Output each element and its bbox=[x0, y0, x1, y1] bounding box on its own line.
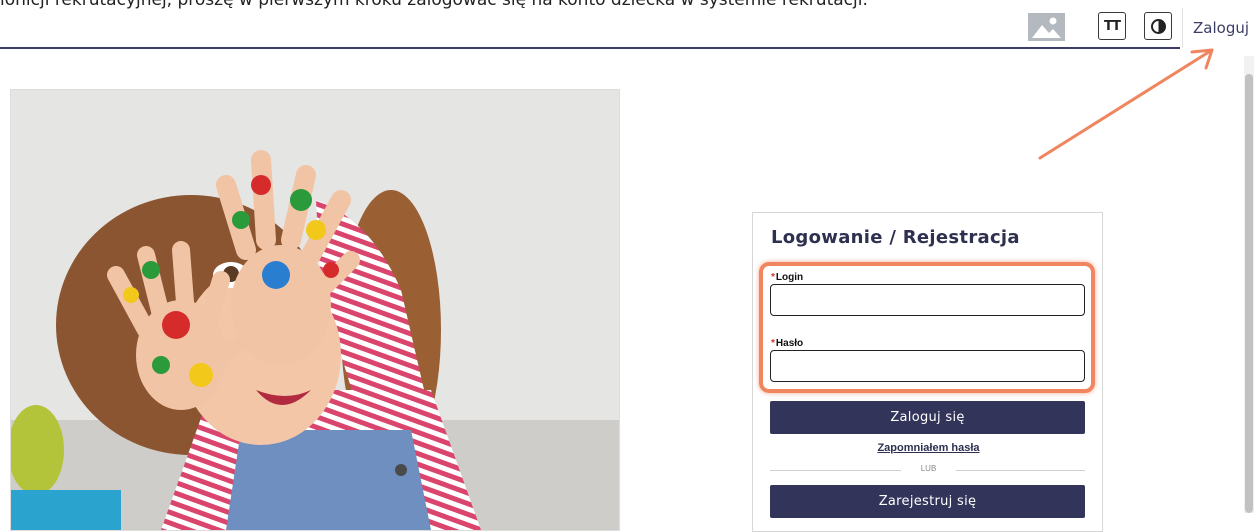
text-size-icon: TT bbox=[1103, 18, 1121, 34]
annotation-highlight-box bbox=[759, 262, 1095, 393]
login-submit-button[interactable]: Zaloguj się bbox=[770, 401, 1085, 434]
header-divider bbox=[0, 47, 1180, 49]
contrast-icon bbox=[1150, 18, 1166, 34]
image-toggle-button[interactable] bbox=[1028, 13, 1065, 41]
contrast-button[interactable] bbox=[1144, 12, 1172, 40]
page-scrollbar[interactable] bbox=[1244, 56, 1254, 513]
forgot-password-link[interactable]: Zapomniałem hasła bbox=[753, 442, 1104, 454]
scrollbar-thumb[interactable] bbox=[1245, 74, 1253, 513]
register-button[interactable]: Zarejestruj się bbox=[770, 485, 1085, 518]
form-title: Logowanie / Rejestracja bbox=[771, 227, 1020, 248]
font-size-button[interactable]: TT bbox=[1098, 12, 1126, 40]
child-painted-hands-illustration bbox=[11, 90, 619, 530]
or-divider-text: LUB bbox=[920, 464, 937, 473]
image-icon bbox=[1028, 13, 1065, 41]
page-caption-text: ionicji rekrutacyjnej, proszę w pierwszy… bbox=[0, 0, 868, 10]
hero-image bbox=[10, 89, 620, 531]
annotation-arrow-icon bbox=[1038, 48, 1214, 160]
divider-right bbox=[956, 470, 1085, 471]
